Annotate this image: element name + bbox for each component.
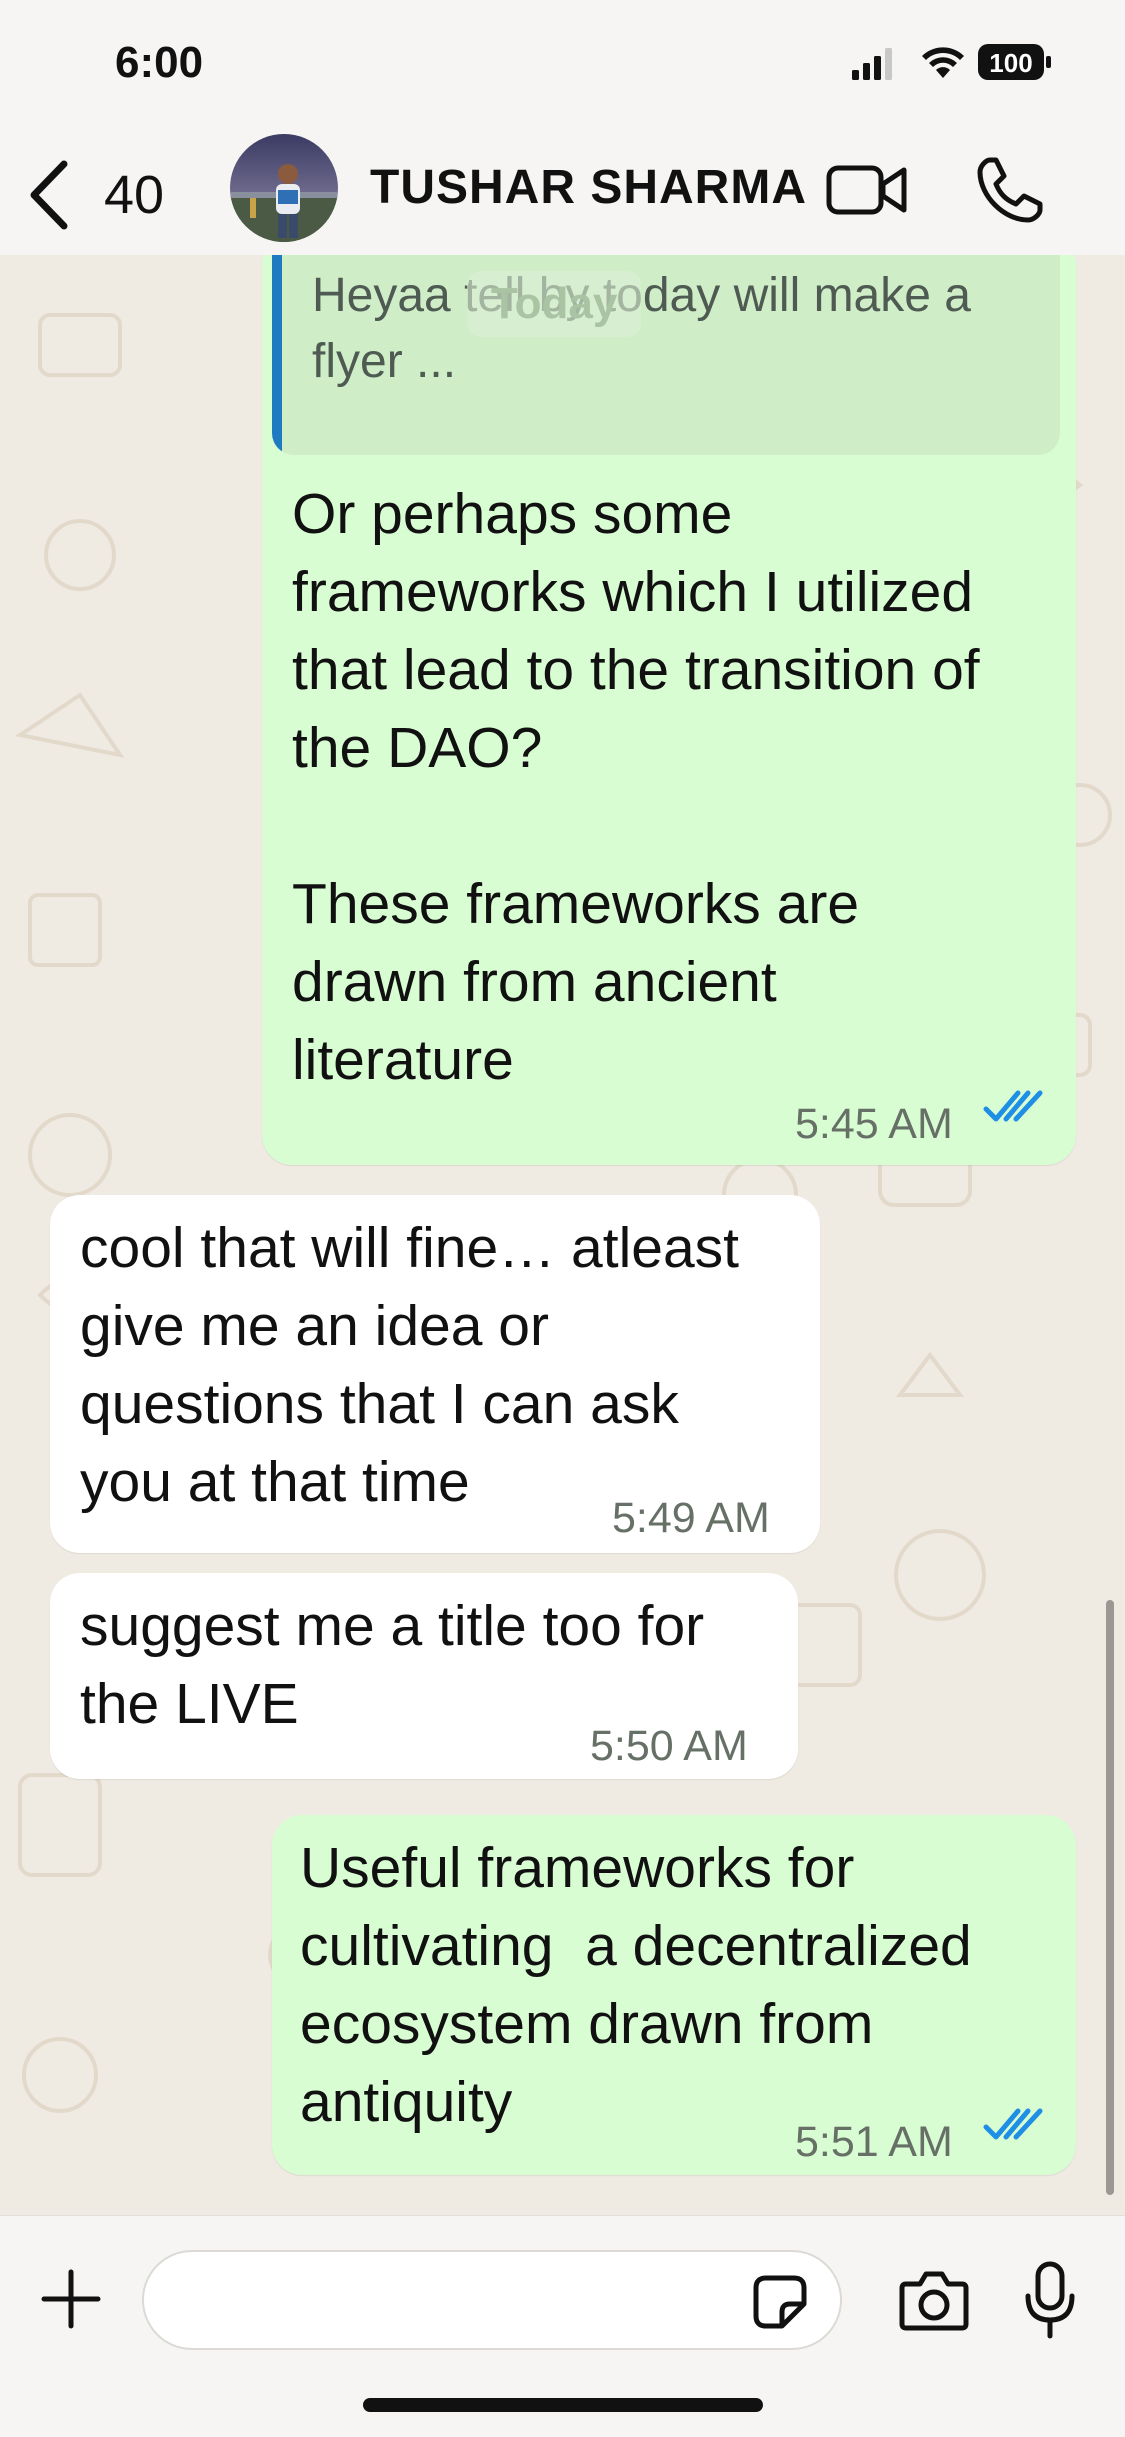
video-call-icon[interactable]	[826, 158, 908, 222]
microphone-icon[interactable]	[1022, 2260, 1078, 2340]
quote-bar	[272, 255, 282, 455]
message-incoming[interactable]: suggest me a title too for the LIVE 5:50…	[50, 1573, 798, 1779]
wifi-icon	[922, 47, 964, 78]
message-incoming[interactable]: cool that will fine… atleast give me an …	[50, 1195, 820, 1553]
plus-icon[interactable]	[40, 2268, 102, 2330]
message-input[interactable]	[142, 2250, 842, 2350]
scrollbar[interactable]	[1106, 1600, 1114, 2195]
message-outgoing[interactable]: Heyaa tell by today will make a flyer ..…	[262, 255, 1076, 1165]
message-time: 5:49 AM	[612, 1494, 770, 1542]
read-receipt-icon	[983, 2108, 1043, 2140]
back-button[interactable]: 40	[22, 140, 192, 240]
quoted-message[interactable]: Heyaa tell by today will make a flyer ..…	[272, 255, 1060, 455]
avatar[interactable]	[230, 134, 338, 242]
read-receipt-icon	[983, 1090, 1043, 1122]
date-divider: Today	[467, 271, 642, 337]
quoted-text: Heyaa tell by today will make a flyer ..…	[312, 269, 971, 388]
contact-name[interactable]: TUSHAR SHARMA	[370, 160, 807, 215]
home-indicator	[363, 2398, 763, 2412]
camera-icon[interactable]	[898, 2268, 970, 2332]
phone-call-icon[interactable]	[976, 156, 1044, 224]
status-time: 6:00	[115, 38, 204, 87]
message-text: Or perhaps some frameworks which I utili…	[292, 482, 980, 1092]
avatar-photo	[230, 134, 338, 242]
chevron-left-icon	[30, 160, 68, 230]
chat-header: 40 TUSHAR SHARMA	[0, 130, 1125, 256]
chat-area[interactable]: Heyaa tell by today will make a flyer ..…	[0, 255, 1125, 2215]
battery-icon: 100	[978, 44, 1051, 80]
sticker-icon[interactable]	[752, 2274, 808, 2330]
message-time: 5:50 AM	[590, 1722, 748, 1770]
message-text: Useful frameworks for cultivating a dece…	[300, 1836, 972, 2134]
message-composer	[0, 2215, 1125, 2437]
cellular-signal-icon	[852, 48, 892, 80]
battery-level: 100	[989, 48, 1032, 78]
message-text: cool that will fine… atleast give me an …	[80, 1216, 739, 1514]
unread-count: 40	[104, 165, 165, 225]
message-outgoing[interactable]: Useful frameworks for cultivating a dece…	[272, 1815, 1076, 2175]
message-time: 5:51 AM	[795, 2118, 953, 2166]
message-time: 5:45 AM	[795, 1100, 953, 1148]
status-bar: 6:00 100	[0, 0, 1125, 130]
